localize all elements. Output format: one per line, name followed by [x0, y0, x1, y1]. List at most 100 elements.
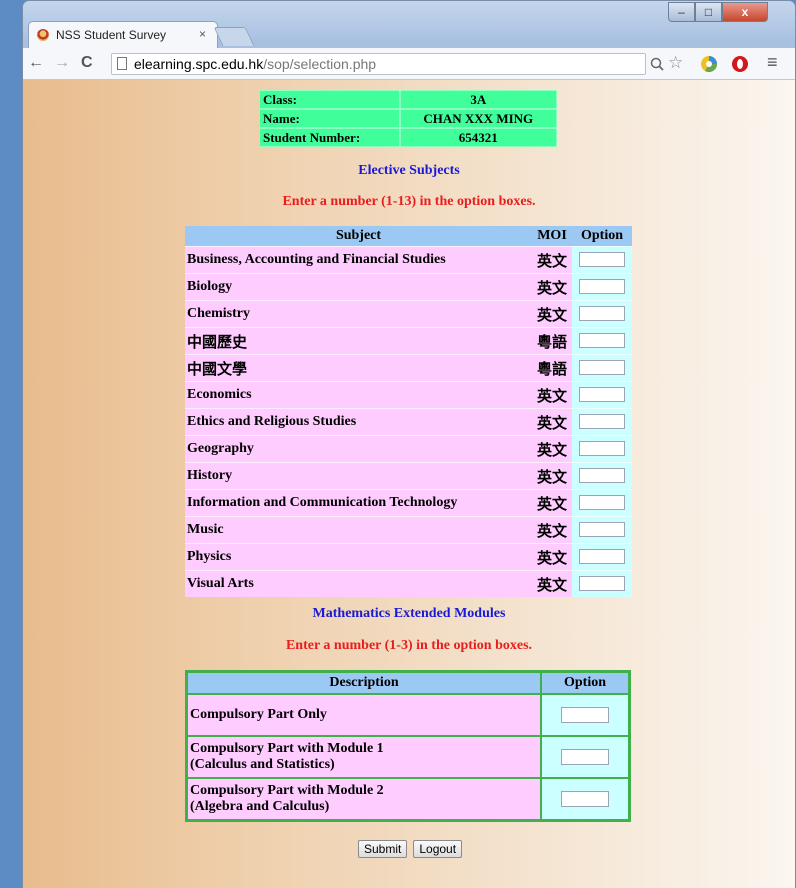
- option-input[interactable]: [579, 252, 625, 268]
- option-cell: [572, 327, 632, 354]
- option-cell: [572, 462, 632, 489]
- module-option-input[interactable]: [561, 706, 609, 723]
- form-actions: Submit Logout: [358, 840, 463, 858]
- module-description: Compulsory Part with Module 1 (Calculus a…: [187, 736, 541, 778]
- logout-button[interactable]: Logout: [413, 840, 463, 858]
- subject-name: Music: [185, 516, 532, 543]
- table-row: Compulsory Part with Module 1 (Calculus a…: [187, 736, 629, 778]
- option-header: Option: [572, 226, 632, 246]
- moi-value: 英文: [532, 516, 572, 543]
- option-input[interactable]: [579, 414, 625, 430]
- page-content: Class: 3A Name: CHAN XXX MING Student Nu…: [23, 80, 795, 888]
- star-icon[interactable]: ☆: [668, 53, 683, 73]
- math-instruction: Enter a number (1-3) in the option boxes…: [285, 638, 533, 653]
- module-line-2: (Calculus and Statistics): [190, 757, 335, 772]
- subject-header: Subject: [185, 226, 532, 246]
- moi-value: 粵語: [532, 354, 572, 381]
- table-row: Information and Communication Technology…: [185, 489, 632, 516]
- module-description: Compulsory Part with Module 2 (Algebra an…: [187, 778, 541, 820]
- option-cell: [572, 381, 632, 408]
- option-input[interactable]: [579, 360, 625, 376]
- table-row: Visual Arts 英文: [185, 570, 632, 597]
- moi-header: MOI: [532, 226, 572, 246]
- class-label: Class:: [259, 90, 400, 109]
- opera-icon[interactable]: [731, 55, 749, 73]
- option-input[interactable]: [579, 576, 625, 592]
- moi-value: 英文: [532, 408, 572, 435]
- table-row: Ethics and Religious Studies 英文: [185, 408, 632, 435]
- option-input[interactable]: [579, 468, 625, 484]
- subject-name: 中國文學: [185, 354, 532, 381]
- student-number-value: 654321: [399, 128, 557, 147]
- name-label: Name:: [259, 109, 400, 128]
- table-row: Compulsory Part Only: [187, 694, 629, 736]
- reload-icon[interactable]: C: [81, 54, 93, 72]
- tab-title: NSS Student Survey: [56, 28, 167, 42]
- math-heading: Mathematics Extended Modules: [312, 606, 506, 621]
- subject-name: History: [185, 462, 532, 489]
- option-input[interactable]: [579, 522, 625, 538]
- math-option-header: Option: [541, 672, 629, 694]
- student-info-table: Class: 3A Name: CHAN XXX MING Student Nu…: [259, 90, 557, 147]
- close-window-button[interactable]: x: [722, 2, 768, 22]
- table-row: History 英文: [185, 462, 632, 489]
- module-option-input[interactable]: [561, 748, 609, 765]
- option-input[interactable]: [579, 495, 625, 511]
- zoom-icon[interactable]: [650, 57, 665, 72]
- subject-name: Biology: [185, 273, 532, 300]
- forward-icon[interactable]: →: [54, 54, 70, 72]
- table-row: Music 英文: [185, 516, 632, 543]
- window-controls: – □ x: [668, 2, 768, 22]
- table-row: 中國文學 粵語: [185, 354, 632, 381]
- option-cell: [572, 570, 632, 597]
- name-value: CHAN XXX MING: [399, 109, 557, 128]
- module-description: Compulsory Part Only: [187, 694, 541, 736]
- maximize-button[interactable]: □: [695, 2, 722, 22]
- option-input[interactable]: [579, 279, 625, 295]
- subject-name: 中國歷史: [185, 327, 532, 354]
- menu-icon[interactable]: ≡: [767, 52, 778, 73]
- moi-value: 英文: [532, 246, 572, 273]
- module-line-1: Compulsory Part with Module 1: [190, 741, 384, 756]
- moi-value: 粵語: [532, 327, 572, 354]
- option-input[interactable]: [579, 387, 625, 403]
- minimize-button[interactable]: –: [668, 2, 695, 22]
- option-cell: [572, 489, 632, 516]
- option-cell: [572, 408, 632, 435]
- moi-value: 英文: [532, 300, 572, 327]
- moi-value: 英文: [532, 381, 572, 408]
- math-table: Description Option Compulsory Part Only C…: [185, 670, 631, 822]
- module-option-input[interactable]: [561, 790, 609, 807]
- subject-name: Visual Arts: [185, 570, 532, 597]
- option-cell: [572, 246, 632, 273]
- subject-name: Economics: [185, 381, 532, 408]
- back-icon[interactable]: ←: [28, 54, 44, 72]
- tab-close-icon[interactable]: ×: [199, 27, 206, 41]
- table-row: Chemistry 英文: [185, 300, 632, 327]
- subject-name: Chemistry: [185, 300, 532, 327]
- moi-value: 英文: [532, 543, 572, 570]
- option-input[interactable]: [579, 549, 625, 565]
- site-favicon-icon: [37, 29, 49, 41]
- option-cell: [572, 435, 632, 462]
- browser-toolbar: ← → C elearning.spc.edu.hk/sop/selection…: [23, 48, 795, 80]
- elective-table: Subject MOI Option Business, Accounting …: [185, 226, 632, 597]
- address-bar[interactable]: elearning.spc.edu.hk/sop/selection.php: [111, 53, 646, 75]
- module-line-2: (Algebra and Calculus): [190, 799, 330, 814]
- moi-value: 英文: [532, 435, 572, 462]
- option-cell: [572, 354, 632, 381]
- table-row: Physics 英文: [185, 543, 632, 570]
- option-input[interactable]: [579, 333, 625, 349]
- table-row: Compulsory Part with Module 2 (Algebra an…: [187, 778, 629, 820]
- extension-icon[interactable]: [700, 55, 718, 73]
- option-input[interactable]: [579, 441, 625, 457]
- elective-instruction: Enter a number (1-13) in the option boxe…: [282, 194, 536, 209]
- browser-tab[interactable]: NSS Student Survey ×: [28, 21, 218, 49]
- url-path: /sop/selection.php: [263, 56, 377, 72]
- url-host: elearning.spc.edu.hk: [134, 56, 264, 72]
- subject-name: Geography: [185, 435, 532, 462]
- option-input[interactable]: [579, 306, 625, 322]
- submit-button[interactable]: Submit: [358, 840, 408, 858]
- option-cell: [572, 273, 632, 300]
- moi-value: 英文: [532, 462, 572, 489]
